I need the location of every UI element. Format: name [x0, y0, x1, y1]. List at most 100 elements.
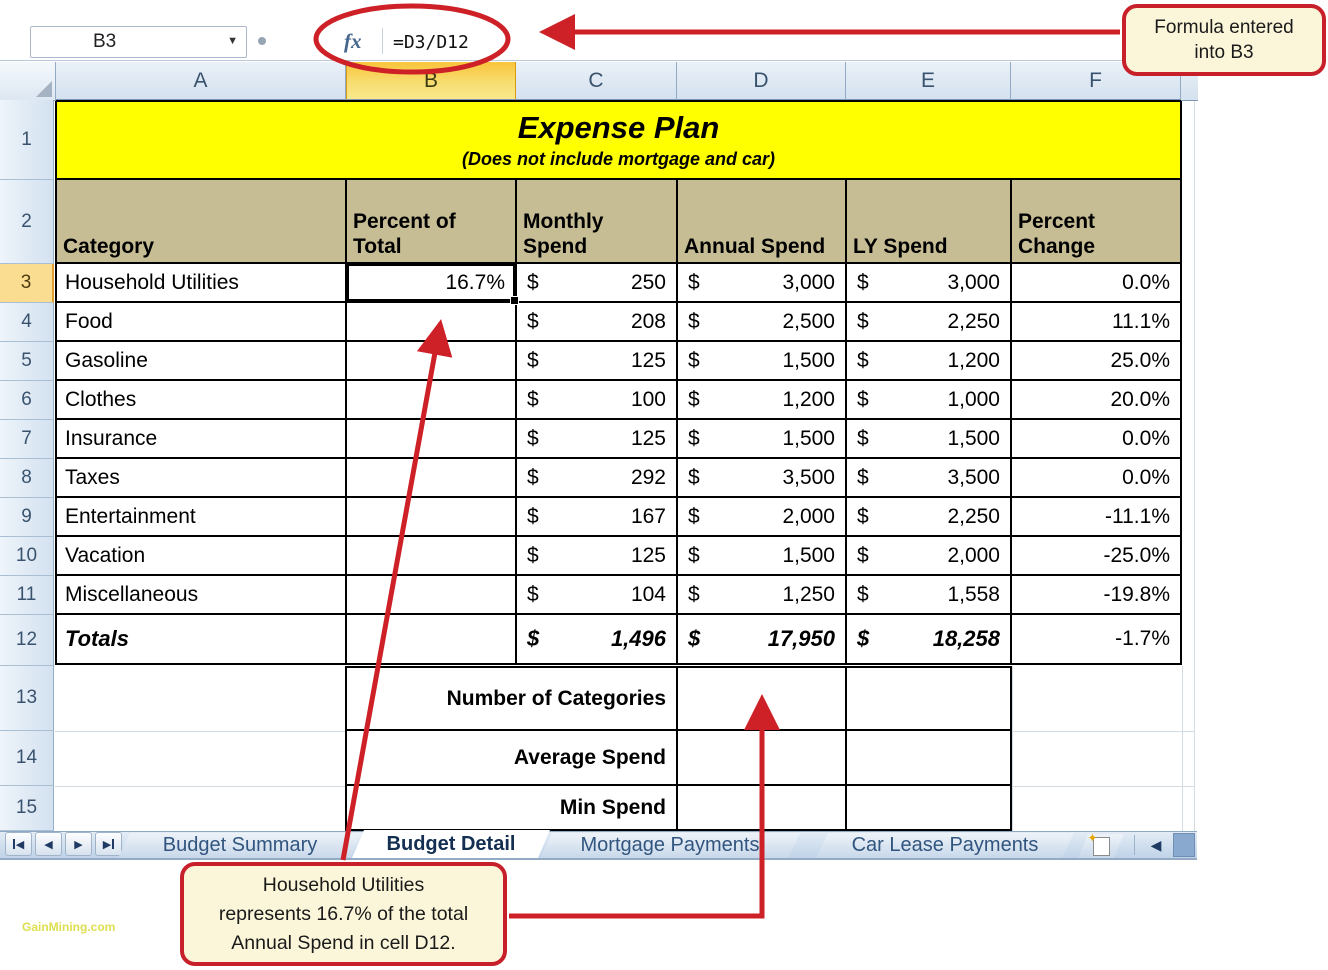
row-header-14[interactable]: 14: [0, 731, 54, 786]
cell-change[interactable]: 0.0%: [1012, 420, 1180, 457]
cell-monthly[interactable]: $125: [517, 420, 676, 457]
cell-empty[interactable]: [347, 420, 515, 457]
cell-monthly[interactable]: $250: [517, 264, 676, 301]
row-header-5[interactable]: 5: [0, 342, 54, 381]
cell-empty[interactable]: [347, 615, 515, 663]
select-all-corner[interactable]: [0, 62, 56, 101]
cell-empty[interactable]: [347, 303, 515, 340]
totals-monthly[interactable]: $1,496: [517, 615, 676, 663]
cell-empty[interactable]: [847, 668, 1010, 729]
row-header-9[interactable]: 9: [0, 498, 54, 537]
cell-category[interactable]: Insurance: [57, 420, 345, 457]
cell-category[interactable]: Entertainment: [57, 498, 345, 535]
tab-budget-summary[interactable]: Budget Summary: [118, 833, 362, 858]
column-header-c[interactable]: C: [516, 62, 677, 100]
cell-empty[interactable]: [347, 498, 515, 535]
last-sheet-button[interactable]: ▶: [95, 832, 122, 856]
name-box[interactable]: B3 ▼: [30, 26, 247, 58]
cell-empty[interactable]: [347, 342, 515, 379]
header-percent-of-total[interactable]: Percent of Total: [347, 180, 515, 262]
name-box-dropdown-icon[interactable]: ▼: [227, 35, 238, 47]
cell-category[interactable]: Vacation: [57, 537, 345, 574]
column-header-a[interactable]: A: [56, 62, 346, 100]
cell-annual[interactable]: $2,000: [678, 498, 845, 535]
cell-empty[interactable]: [347, 537, 515, 574]
cell-category[interactable]: Household Utilities: [57, 264, 345, 301]
row-header-11[interactable]: 11: [0, 576, 54, 615]
cell-ly[interactable]: $1,558: [847, 576, 1010, 613]
header-ly-spend[interactable]: LY Spend: [847, 180, 1010, 262]
scroll-left-button[interactable]: ◀: [1139, 833, 1173, 857]
insert-worksheet-button[interactable]: ✦: [1078, 834, 1124, 858]
header-percent-change[interactable]: Percent Change: [1012, 180, 1180, 262]
cell-empty[interactable]: [347, 381, 515, 418]
row-header-1[interactable]: 1: [0, 100, 54, 180]
cell-category[interactable]: Miscellaneous: [57, 576, 345, 613]
tab-mortgage-payments[interactable]: Mortgage Payments: [540, 833, 800, 858]
column-header-d[interactable]: D: [677, 62, 846, 100]
cell-empty[interactable]: [347, 459, 515, 496]
row-header-2[interactable]: 2: [0, 180, 54, 264]
cell-annual[interactable]: $3,000: [678, 264, 845, 301]
insert-function-icon[interactable]: fx: [344, 29, 362, 54]
cell-ly[interactable]: $2,250: [847, 498, 1010, 535]
row-header-15[interactable]: 15: [0, 786, 54, 831]
cell-ly[interactable]: $1,500: [847, 420, 1010, 457]
cell-ly[interactable]: $1,200: [847, 342, 1010, 379]
next-sheet-button[interactable]: ▶: [65, 832, 92, 856]
cell-change[interactable]: 20.0%: [1012, 381, 1180, 418]
cell-monthly[interactable]: $104: [517, 576, 676, 613]
totals-change[interactable]: -1.7%: [1012, 615, 1180, 663]
cell-monthly[interactable]: $292: [517, 459, 676, 496]
cell-change[interactable]: -25.0%: [1012, 537, 1180, 574]
cell-annual[interactable]: $1,500: [678, 537, 845, 574]
cell-category[interactable]: Clothes: [57, 381, 345, 418]
header-annual-spend[interactable]: Annual Spend: [678, 180, 845, 262]
cell-category[interactable]: Taxes: [57, 459, 345, 496]
cell-annual[interactable]: $1,200: [678, 381, 845, 418]
cell-annual[interactable]: $1,250: [678, 576, 845, 613]
fill-handle[interactable]: [510, 296, 519, 305]
cell-change[interactable]: 11.1%: [1012, 303, 1180, 340]
tab-budget-detail-active[interactable]: Budget Detail: [352, 830, 550, 858]
title-cell[interactable]: Expense Plan (Does not include mortgage …: [57, 102, 1180, 178]
tab-car-lease-payments[interactable]: Car Lease Payments: [816, 833, 1074, 858]
cell-annual[interactable]: $1,500: [678, 420, 845, 457]
cell-empty[interactable]: [847, 786, 1010, 829]
cell-monthly[interactable]: $208: [517, 303, 676, 340]
row-header-4[interactable]: 4: [0, 303, 54, 342]
summary-label-average-spend[interactable]: Average Spend: [347, 731, 676, 784]
row-header-7[interactable]: 7: [0, 420, 54, 459]
cell-category[interactable]: Food: [57, 303, 345, 340]
column-header-e[interactable]: E: [846, 62, 1011, 100]
cell-monthly[interactable]: $125: [517, 342, 676, 379]
cell-b3-selected[interactable]: 16.7%: [347, 264, 515, 301]
column-header-b-selected[interactable]: B: [346, 62, 516, 100]
cell-empty[interactable]: [347, 576, 515, 613]
cell-ly[interactable]: $1,000: [847, 381, 1010, 418]
previous-sheet-button[interactable]: ◀: [35, 832, 62, 856]
row-header-8[interactable]: 8: [0, 459, 54, 498]
totals-annual[interactable]: $17,950: [678, 615, 845, 663]
totals-label[interactable]: Totals: [57, 615, 345, 663]
formula-input[interactable]: =D3/D12: [393, 32, 469, 53]
row-header-12[interactable]: 12: [0, 615, 54, 666]
cell-ly[interactable]: $3,500: [847, 459, 1010, 496]
cell-empty[interactable]: [847, 731, 1010, 784]
summary-label-number-of-categories[interactable]: Number of Categories: [347, 668, 676, 729]
cell-empty[interactable]: [678, 731, 845, 784]
cell-monthly[interactable]: $100: [517, 381, 676, 418]
cell-empty[interactable]: [678, 786, 845, 829]
cell-change[interactable]: -19.8%: [1012, 576, 1180, 613]
cell-monthly[interactable]: $167: [517, 498, 676, 535]
cell-ly[interactable]: $2,000: [847, 537, 1010, 574]
cell-ly[interactable]: $3,000: [847, 264, 1010, 301]
row-header-6[interactable]: 6: [0, 381, 54, 420]
cell-change[interactable]: 25.0%: [1012, 342, 1180, 379]
first-sheet-button[interactable]: ◀: [5, 832, 32, 856]
cell-monthly[interactable]: $125: [517, 537, 676, 574]
summary-label-min-spend[interactable]: Min Spend: [347, 786, 676, 829]
cell-change[interactable]: -11.1%: [1012, 498, 1180, 535]
row-header-3-active[interactable]: 3: [0, 264, 54, 303]
cell-annual[interactable]: $2,500: [678, 303, 845, 340]
